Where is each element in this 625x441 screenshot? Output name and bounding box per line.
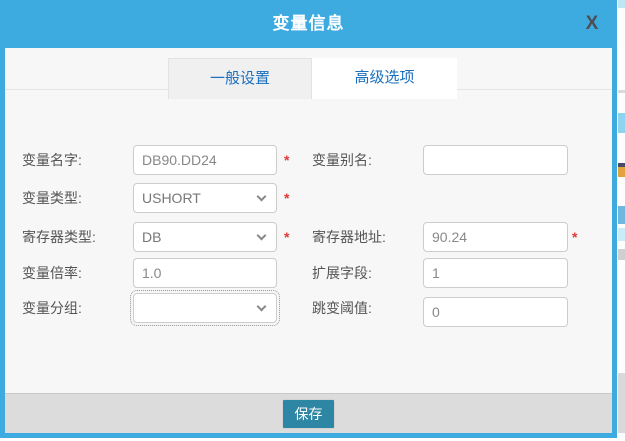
- background-fragment: [618, 163, 625, 177]
- dialog-footer: 保存: [5, 393, 612, 433]
- background-fragment: [618, 0, 625, 8]
- variable-ratio-label: 变量倍率:: [22, 262, 82, 284]
- variable-type-select[interactable]: USHORT: [133, 183, 277, 213]
- variable-group-select[interactable]: [133, 293, 277, 323]
- dialog-body: 一般设置 高级选项 变量名字: * 变量别名: 变量类型: USHORT * 寄…: [5, 48, 612, 433]
- jump-threshold-label: 跳变阈值:: [312, 297, 372, 319]
- extended-field-input[interactable]: [423, 258, 568, 288]
- chevron-down-icon: [257, 231, 267, 241]
- variable-group-label: 变量分组:: [22, 297, 82, 319]
- variable-name-label: 变量名字:: [22, 149, 82, 171]
- background-fragment: [618, 90, 625, 93]
- variable-type-value: USHORT: [142, 190, 201, 206]
- required-marker: *: [284, 230, 289, 244]
- register-type-label: 寄存器类型:: [22, 226, 96, 248]
- save-button[interactable]: 保存: [282, 399, 335, 429]
- tab-advanced-options[interactable]: 高级选项: [312, 58, 457, 99]
- tab-general-settings[interactable]: 一般设置: [168, 58, 312, 99]
- dialog-titlebar: 变量信息 X: [0, 0, 617, 48]
- background-fragment: [618, 228, 625, 241]
- variable-name-input[interactable]: [133, 145, 277, 175]
- close-icon[interactable]: X: [581, 13, 603, 35]
- extended-field-label: 扩展字段:: [312, 262, 372, 284]
- jump-threshold-input[interactable]: [423, 297, 568, 327]
- variable-info-dialog: 变量信息 X 一般设置 高级选项 变量名字: * 变量别名: 变量类型: USH…: [0, 0, 617, 438]
- required-marker: *: [284, 191, 289, 205]
- register-type-value: DB: [142, 229, 161, 245]
- variable-ratio-input[interactable]: [133, 258, 277, 288]
- background-fragment: [618, 206, 625, 224]
- register-type-select[interactable]: DB: [133, 222, 277, 252]
- register-address-input[interactable]: [423, 222, 568, 252]
- chevron-down-icon: [257, 302, 267, 312]
- background-fragment: [618, 113, 625, 133]
- dialog-title: 变量信息: [0, 0, 617, 48]
- background-fragment: [618, 249, 625, 260]
- register-address-label: 寄存器地址:: [312, 226, 386, 248]
- variable-type-label: 变量类型:: [22, 187, 82, 209]
- chevron-down-icon: [257, 192, 267, 202]
- variable-alias-input[interactable]: [423, 145, 568, 175]
- required-marker: *: [572, 230, 577, 244]
- variable-alias-label: 变量别名:: [312, 149, 372, 171]
- background-fragment: [618, 373, 625, 433]
- required-marker: *: [284, 153, 289, 167]
